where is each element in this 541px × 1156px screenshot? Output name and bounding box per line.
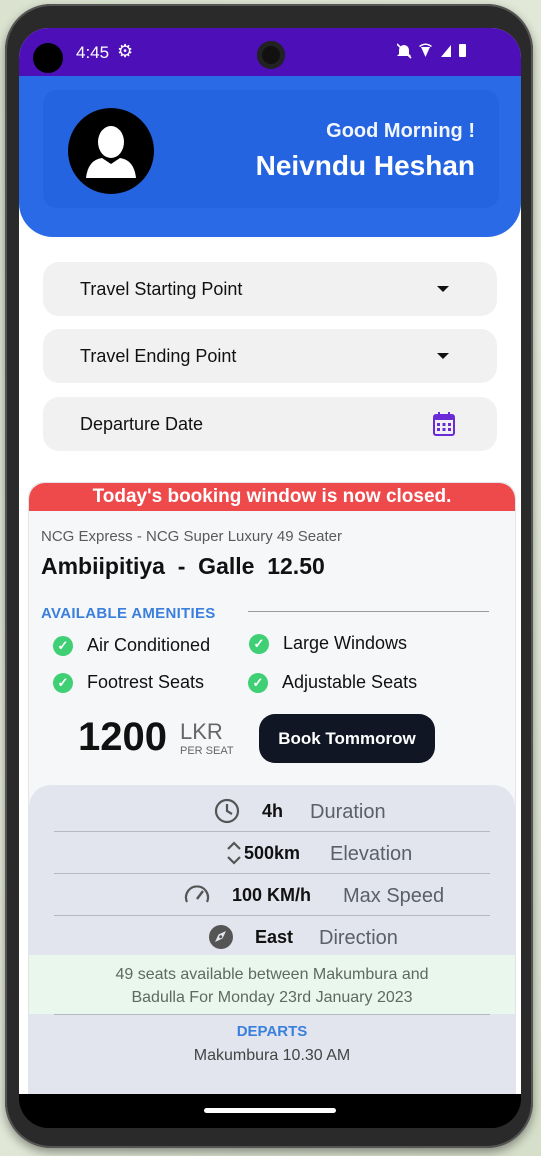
trip-stats: 4h Duration 500km Elevation 100 KM/h Max… (29, 785, 515, 1094)
departure-date-label: Departure Date (80, 414, 204, 434)
amenity-label: Footrest Seats (87, 672, 205, 692)
price-per-seat: PER SEAT (180, 745, 234, 757)
stat-row-direction: East Direction (54, 915, 490, 957)
check-circle-icon: ✓ (53, 636, 73, 657)
amenity-item: ✓ Large Windows (249, 633, 408, 655)
check-circle-icon: ✓ (248, 673, 268, 694)
camera-hole (33, 43, 63, 73)
home-gesture-handle[interactable] (204, 1108, 336, 1113)
user-silhouette-icon (86, 126, 136, 178)
stat-value: 500km (244, 843, 301, 863)
departs-value: Makumbura 10.30 AM (193, 1047, 351, 1064)
app-screen: 4:45 ⚙ Good Morning ! Neivndu Heshan Tra… (19, 28, 521, 1094)
check-circle-icon: ✓ (249, 634, 269, 655)
route-title: Ambiipitiya - Galle 12.50 (41, 553, 325, 579)
speedometer-icon (184, 885, 210, 903)
chevron-down-icon (437, 353, 449, 359)
amenity-item: ✓ Adjustable Seats (248, 672, 418, 694)
gear-icon: ⚙ (117, 41, 134, 61)
booking-closed-banner: Today's booking window is now closed. (29, 483, 515, 511)
phone-bezel: 4:45 ⚙ Good Morning ! Neivndu Heshan Tra… (19, 28, 521, 1128)
bus-card: Today's booking window is now closed. NC… (28, 482, 516, 1094)
price-currency: LKR (180, 719, 223, 744)
compass-icon (209, 925, 233, 949)
navigation-bar (19, 1094, 521, 1128)
stat-row-max-speed: 100 KM/h Max Speed (54, 873, 490, 916)
departure-date-field[interactable]: Departure Date (43, 397, 497, 451)
avatar[interactable] (68, 108, 154, 194)
start-point-dropdown[interactable]: Travel Starting Point (43, 262, 497, 316)
availability-line-1: 49 seats available between Makumbura and (115, 966, 429, 983)
stat-label: Duration (310, 801, 386, 823)
status-bar: 4:45 ⚙ (19, 28, 521, 76)
departs-divider (54, 1014, 490, 1015)
calendar-icon[interactable] (433, 412, 455, 436)
departs-title: DEPARTS (236, 1023, 308, 1040)
end-point-dropdown[interactable]: Travel Ending Point (43, 329, 497, 383)
profile-header: Good Morning ! Neivndu Heshan (19, 76, 521, 237)
book-tomorrow-button[interactable]: Book Tommorow (259, 714, 435, 763)
amenity-label: Air Conditioned (87, 635, 211, 655)
amenity-label: Large Windows (283, 633, 408, 653)
stat-value: 100 KM/h (232, 885, 312, 905)
status-icons (396, 42, 487, 64)
bus-name: NCG Express - NCG Super Luxury 49 Seater (41, 528, 342, 545)
availability-notice: 49 seats available between Makumbura and… (29, 955, 515, 1014)
chevron-down-icon (437, 286, 449, 292)
check-circle-icon: ✓ (53, 673, 73, 694)
phone-frame: 4:45 ⚙ Good Morning ! Neivndu Heshan Tra… (5, 4, 533, 1148)
stat-value: East (255, 927, 294, 947)
stat-label: Direction (319, 927, 398, 949)
amenities-divider (248, 611, 489, 612)
greeting-text: Good Morning ! (326, 120, 475, 142)
price-value: 1200 (78, 715, 167, 759)
amenity-label: Adjustable Seats (282, 672, 418, 692)
profile-card: Good Morning ! Neivndu Heshan (43, 90, 499, 208)
amenities-title: AVAILABLE AMENITIES (41, 605, 216, 622)
amenity-item: ✓ Footrest Seats (53, 672, 205, 694)
clock-icon (214, 798, 240, 824)
stat-row-elevation: 500km Elevation (54, 831, 490, 874)
status-time: 4:45 (76, 43, 110, 62)
availability-line-2: Badulla For Monday 23rd January 2023 (131, 989, 413, 1006)
stat-label: Max Speed (343, 885, 445, 907)
end-point-label: Travel Ending Point (80, 346, 237, 366)
start-point-label: Travel Starting Point (80, 279, 243, 299)
front-camera (257, 41, 285, 69)
user-name: Neivndu Heshan (255, 150, 475, 181)
amenity-item: ✓ Air Conditioned (53, 635, 211, 657)
stat-row-duration: 4h Duration (54, 789, 490, 832)
stat-label: Elevation (330, 843, 413, 865)
system-icons (396, 43, 466, 59)
stat-value: 4h (262, 801, 284, 821)
